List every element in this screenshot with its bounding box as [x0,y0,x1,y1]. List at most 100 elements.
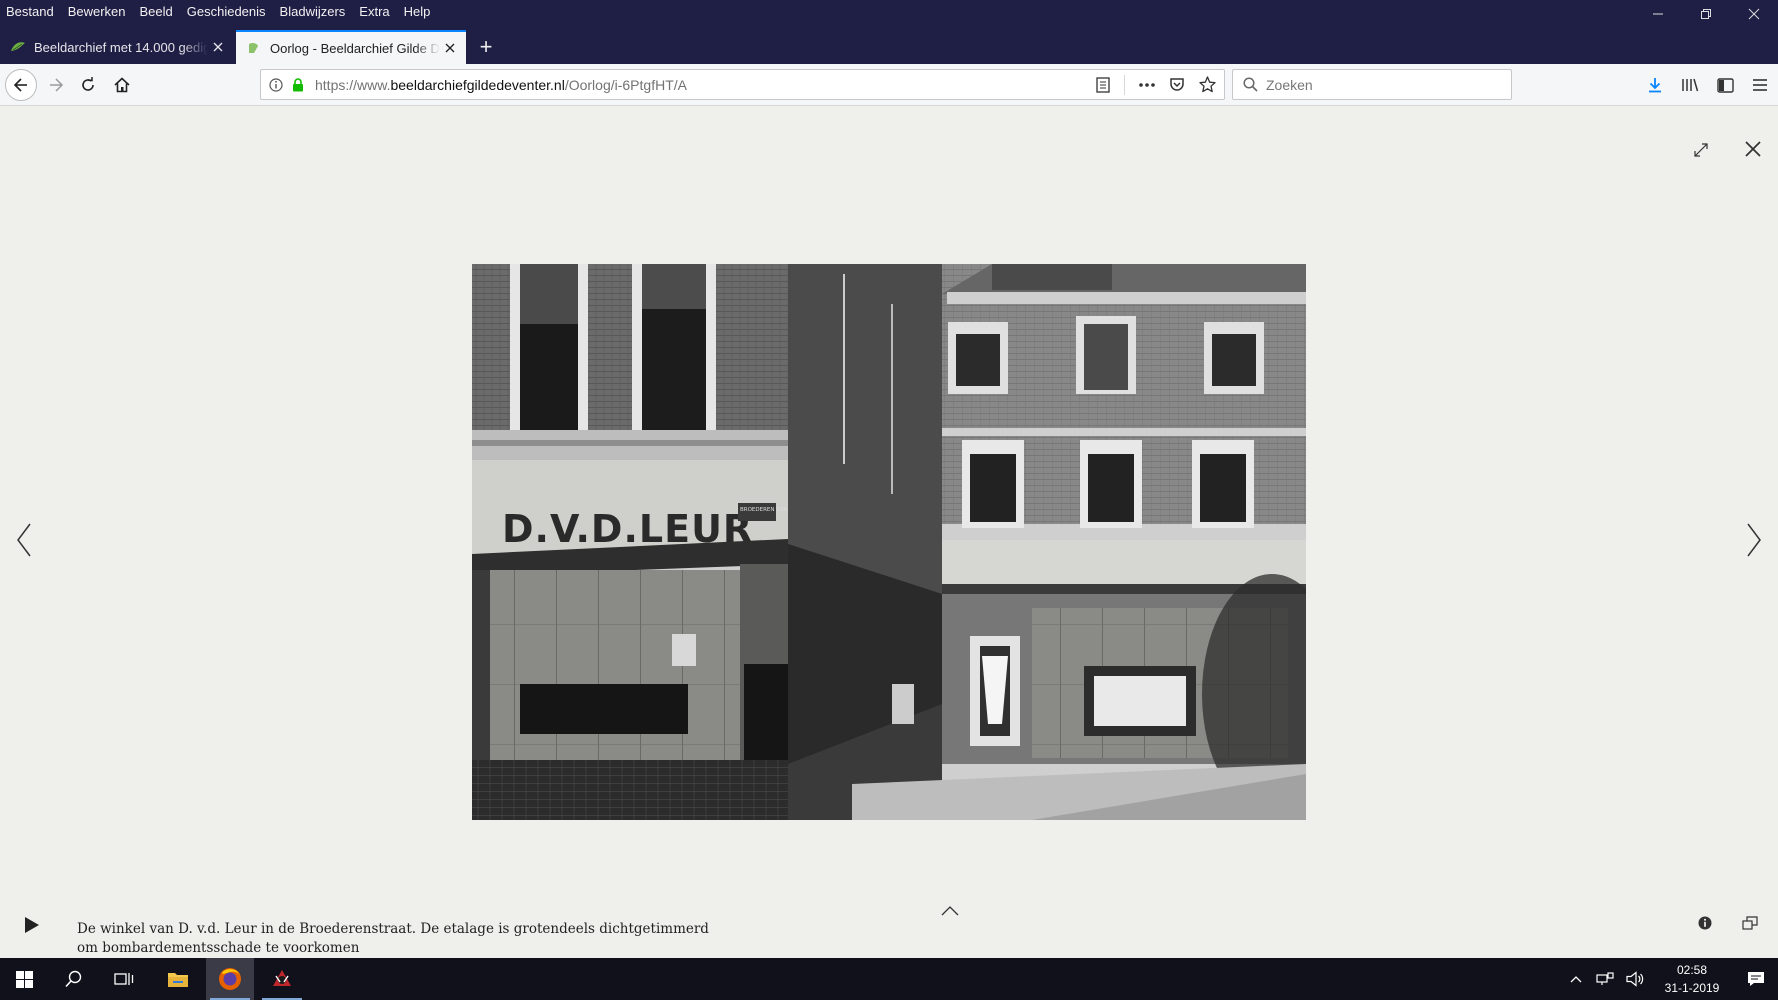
restore-icon [1701,9,1711,19]
tab-title: Oorlog - Beeldarchief Gilde Deventer [270,40,440,56]
library-icon[interactable] [1681,77,1699,93]
page-actions-icon[interactable] [1139,82,1155,87]
menu-help[interactable]: Help [397,4,438,19]
url-prefix: https://www. [315,76,391,93]
menu-bar: Bestand Bewerken Beeld Geschiedenis Blad… [0,0,437,22]
app-icon [273,970,291,986]
url-text[interactable]: https://www.beeldarchiefgildedeventer.nl… [315,77,687,93]
bookmark-star-icon[interactable] [1199,76,1216,93]
search-placeholder: Zoeken [1266,76,1313,93]
chevron-right-icon [1747,523,1761,557]
restore-button[interactable] [1682,0,1730,28]
resize-icon [1742,916,1758,930]
urlbar-divider [1124,74,1125,95]
close-lightbox-button[interactable] [1742,138,1764,160]
previous-photo-button[interactable] [12,520,36,560]
next-photo-button[interactable] [1742,520,1766,560]
chevron-up-icon [941,906,959,916]
menu-geschiedenis[interactable]: Geschiedenis [180,4,273,19]
system-tray: 02:58 31-1-2019 [1570,958,1778,1000]
address-bar[interactable]: https://www.beeldarchiefgildedeventer.nl… [260,69,1225,100]
arrow-left-icon [13,78,27,92]
close-icon [1745,141,1761,157]
navigation-toolbar: https://www.beeldarchiefgildedeventer.nl… [0,64,1778,106]
archive-photo[interactable]: D.V.D.LEUR BROEDEREN STRAAT [472,264,1306,820]
new-tab-button[interactable]: + [474,30,498,64]
chevron-up-icon[interactable] [1570,975,1582,983]
home-icon [114,77,130,93]
task-view-button[interactable] [100,958,148,1000]
browser-titlebar: Bestand Bewerken Beeld Geschiedenis Blad… [0,0,1778,64]
photo-info-button[interactable] [1696,914,1714,932]
menu-bestand[interactable]: Bestand [0,4,61,19]
sidebar-icon[interactable] [1717,77,1734,93]
reader-view-icon[interactable] [1096,76,1110,93]
search-field[interactable]: Zoeken [1232,69,1512,100]
tab-beeldarchief-home[interactable]: Beeldarchief met 14.000 gedigitaliseerde [0,30,234,64]
minimize-icon [1653,13,1663,15]
minimize-button[interactable] [1634,0,1682,28]
firefox-icon [219,968,241,990]
close-icon [213,42,223,52]
forward-button[interactable] [40,69,72,101]
windows-logo-icon [15,970,33,988]
chevron-left-icon [17,523,31,557]
close-window-button[interactable] [1730,0,1778,28]
urlbar-actions [1096,70,1216,99]
pocket-icon[interactable] [1169,77,1185,93]
photo-sizes-button[interactable] [1740,914,1760,932]
task-view-icon [114,973,134,985]
tab-oorlog[interactable]: Oorlog - Beeldarchief Gilde Deventer [236,30,466,64]
start-button[interactable] [0,958,48,1000]
photo-caption: De winkel van D. v.d. Leur in de Broeder… [77,921,709,956]
tab-strip: Beeldarchief met 14.000 gedigitaliseerde… [0,30,1778,64]
menu-beeld[interactable]: Beeld [133,4,180,19]
back-button[interactable] [5,69,37,101]
expand-caption-button[interactable] [938,902,962,920]
hamburger-menu-icon[interactable] [1752,78,1768,92]
downloads-icon[interactable] [1647,77,1663,93]
reload-button[interactable] [72,69,104,101]
file-explorer-icon [168,973,188,987]
lightbox: D.V.D.LEUR BROEDEREN STRAAT De winkel va… [0,106,1778,958]
tab-close-button[interactable] [440,38,460,58]
expand-icon [1694,143,1708,157]
taskbar-firefox[interactable] [206,958,254,1000]
notification-icon [1748,972,1764,986]
photo-image: D.V.D.LEUR BROEDEREN STRAAT [472,264,1306,820]
clock-time: 02:58 [1676,963,1708,977]
info-icon[interactable] [265,77,287,92]
search-icon [1243,77,1258,92]
toolbar-icons [1647,69,1768,101]
close-icon [445,43,455,53]
arrow-right-icon [50,78,64,92]
network-icon[interactable] [1596,972,1614,986]
play-icon [25,917,39,933]
reload-icon [82,77,94,91]
url-path: /Oorlog/i-6PtgfHT/A [564,76,687,93]
fullscreen-button[interactable] [1690,139,1712,161]
clock-date: 31-1-2019 [1664,981,1720,995]
taskbar-search-button[interactable] [50,958,98,1000]
windows-taskbar: 02:58 31-1-2019 [0,958,1778,1000]
tab-close-button[interactable] [208,37,228,57]
clock[interactable]: 02:58 31-1-2019 [1656,961,1728,997]
menu-bladwijzers[interactable]: Bladwijzers [273,4,353,19]
taskbar-app[interactable] [258,958,306,1000]
leaf-icon [11,42,25,51]
action-center-button[interactable] [1734,958,1778,1000]
info-icon [1698,916,1712,930]
taskbar-file-explorer[interactable] [154,958,202,1000]
url-domain: beeldarchiefgildedeventer.nl [390,76,565,93]
menu-bewerken[interactable]: Bewerken [61,4,133,19]
search-icon [65,970,82,988]
volume-icon[interactable] [1626,971,1644,987]
tab-title: Beeldarchief met 14.000 gedigitaliseerde [34,39,208,55]
slideshow-play-button[interactable] [20,912,44,938]
menu-extra[interactable]: Extra [352,4,396,19]
lock-icon[interactable] [287,77,309,92]
home-button[interactable] [106,69,138,101]
window-controls [1634,0,1778,28]
leaf-icon [249,42,258,53]
close-icon [1748,8,1760,20]
